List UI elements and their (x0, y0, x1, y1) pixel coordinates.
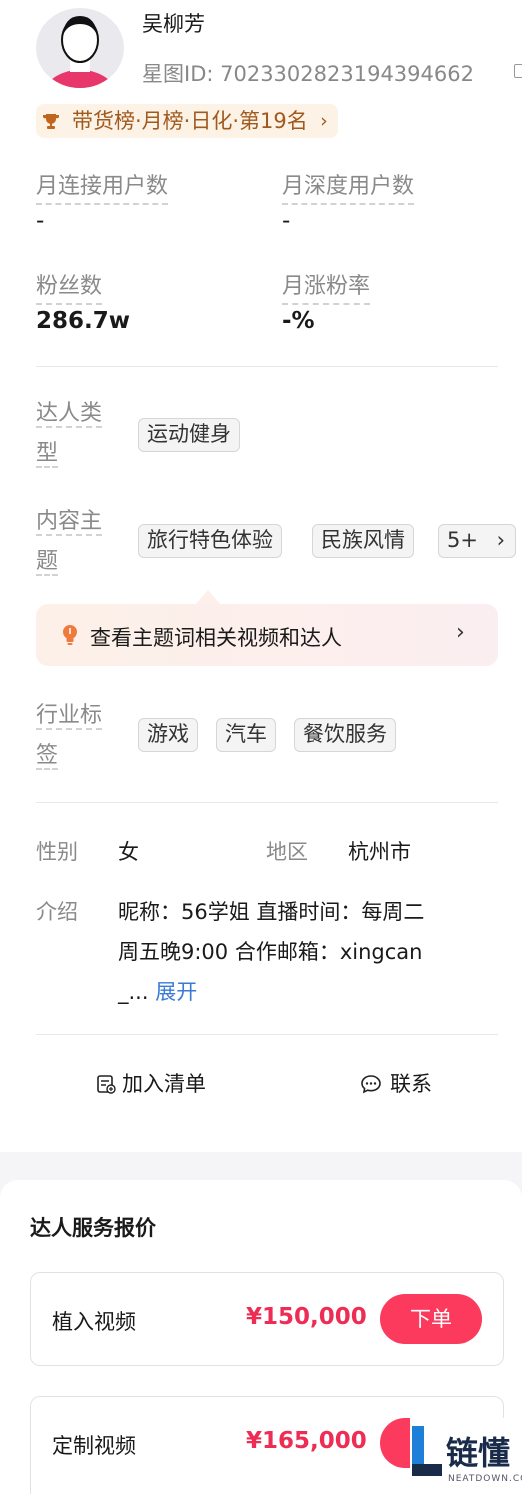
intro-label: 介绍 (36, 900, 78, 924)
region-value: 杭州市 (348, 840, 411, 864)
content-topic-label: 内容主题 (36, 509, 103, 576)
price-item-name: 定制视频 (52, 1434, 136, 1458)
metric-label-monthly-connected-users: 月连接用户数 (36, 168, 169, 205)
watermark-text: 链懂 (446, 1434, 511, 1472)
tag-industry[interactable]: 餐饮服务 (294, 718, 396, 752)
add-to-list-button[interactable]: 加入清单 (96, 1068, 206, 1098)
topic-tip-text[interactable]: 查看主题词相关视频和达人 (90, 622, 342, 652)
metric-label-monthly-deep-users: 月深度用户数 (282, 168, 415, 205)
tag-industry[interactable]: 汽车 (216, 718, 276, 752)
gender-label: 性别 (36, 840, 78, 864)
metric-value-followers: 286.7w (36, 308, 130, 334)
list-add-icon (97, 1075, 116, 1094)
tag-industry[interactable]: 游戏 (138, 718, 198, 752)
lightbulb-icon (63, 625, 77, 645)
creator-name: 吴柳芳 (142, 12, 205, 36)
chevron-right-icon: › (496, 528, 505, 552)
avatar[interactable] (36, 8, 124, 88)
expand-link[interactable]: 展开 (155, 980, 197, 1004)
chevron-right-icon: › (320, 110, 328, 132)
divider (36, 366, 498, 367)
rank-badge-label: 带货榜·月榜·日化·第19名 (72, 109, 308, 133)
contact-button[interactable]: 联系 (360, 1068, 432, 1098)
metric-value-monthly-deep-users: - (282, 208, 291, 234)
star-id: 星图ID: 7023302823194394662 (142, 62, 474, 86)
metric-label-follower-growth: 月涨粉率 (282, 268, 371, 305)
tag-creator-type[interactable]: 运动健身 (138, 418, 240, 452)
price-item-value: ¥165,000 (246, 1428, 367, 1454)
watermark-subtext: NEATDOWN.COM (448, 1474, 522, 1484)
price-item-value: ¥150,000 (246, 1304, 367, 1330)
creator-type-label: 达人类型 (36, 401, 103, 468)
region-label: 地区 (266, 840, 308, 864)
industry-label: 行业标签 (36, 703, 103, 770)
intro-text: 昵称：56学姐 直播时间：每周二 周五晚9:00 合作邮箱：xingcan _.… (118, 900, 425, 1004)
gender-value: 女 (118, 840, 139, 864)
divider (36, 802, 498, 803)
pricing-title: 达人服务报价 (30, 1216, 156, 1240)
metric-label-followers: 粉丝数 (36, 268, 103, 305)
more-topics-button[interactable]: 5+ › (438, 524, 516, 558)
chevron-right-icon[interactable]: › (456, 620, 465, 645)
neatdown-logo-icon (412, 1426, 442, 1476)
trophy-icon (43, 114, 59, 129)
copy-icon[interactable] (514, 64, 522, 78)
divider (36, 1034, 498, 1035)
metric-value-follower-growth: -% (282, 308, 315, 334)
tag-content-topic[interactable]: 民族风情 (312, 524, 414, 558)
price-item-name: 植入视频 (52, 1310, 136, 1334)
metric-value-monthly-connected-users: - (36, 208, 45, 234)
rank-badge[interactable]: 带货榜·月榜·日化·第19名 › (36, 104, 338, 138)
order-button[interactable]: 下单 (380, 1294, 482, 1344)
chat-icon (361, 1075, 381, 1094)
tip-pointer (196, 590, 220, 604)
tag-content-topic[interactable]: 旅行特色体验 (138, 524, 282, 558)
